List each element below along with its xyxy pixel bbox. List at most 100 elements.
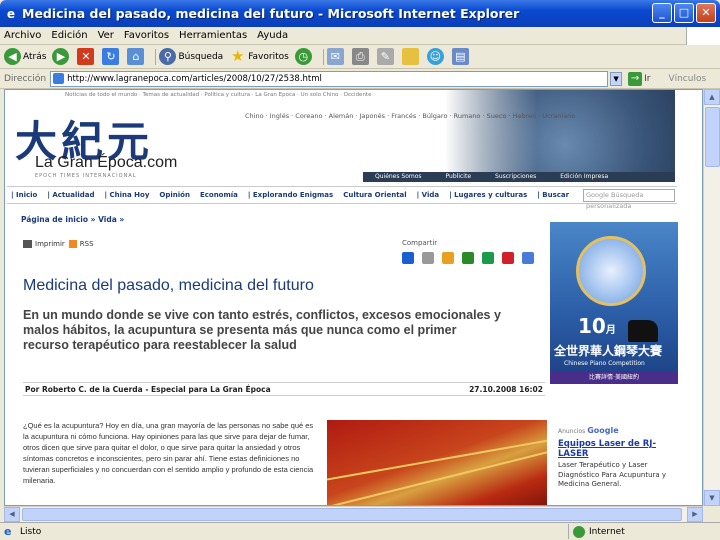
share-digg-icon[interactable] [422, 252, 434, 264]
share-delicious-icon[interactable] [402, 252, 414, 264]
menu-herramientas[interactable]: Herramientas [179, 30, 247, 41]
print-link[interactable]: Imprimir [35, 240, 65, 248]
rss-link[interactable]: RSS [80, 240, 94, 248]
close-button[interactable]: ✕ [696, 3, 716, 23]
window-controls: _ □ ✕ [652, 3, 716, 23]
nav-china-hoy[interactable]: | China Hoy [105, 191, 150, 199]
nav-opinion[interactable]: Opinión [159, 191, 190, 199]
refresh-button[interactable]: ↻ [102, 48, 121, 65]
print-button[interactable]: ⎙ [351, 48, 371, 65]
nav-buscar[interactable]: | Buscar [537, 191, 569, 199]
search-button[interactable]: ⚲ Búsqueda [159, 48, 223, 65]
internet-globe-icon [573, 525, 585, 538]
messenger-button[interactable]: ☺ [426, 48, 446, 65]
toolbar-divider [322, 48, 324, 65]
nav-explorando-enigmas[interactable]: | Explorando Enigmas [248, 191, 333, 199]
scroll-left-icon[interactable]: ◀ [4, 507, 20, 522]
favorites-button[interactable]: ★ Favoritos [229, 48, 289, 65]
edit-icon: ✎ [376, 48, 394, 65]
nav-vida[interactable]: | Vida [417, 191, 439, 199]
link-quienes-somos[interactable]: Quiénes Somos [363, 172, 434, 182]
window-title: Medicina del pasado, medicina del futuro… [22, 6, 520, 21]
site-logo-subtitle: EPOCH TIMES INTERNACIONAL [35, 173, 137, 179]
go-button[interactable]: → Ir [628, 71, 650, 86]
link-edicion-impresa[interactable]: Edición Impresa [548, 172, 620, 182]
horizontal-scroll-thumb[interactable] [22, 508, 682, 521]
research-button[interactable]: ▤ [451, 48, 471, 65]
ad-month-number: 10 [578, 314, 606, 338]
share-reddit-icon[interactable] [442, 252, 454, 264]
vertical-scroll-thumb[interactable] [705, 107, 720, 167]
home-icon: ⌂ [127, 48, 145, 65]
refresh-icon: ↻ [102, 48, 120, 65]
ad-link-title[interactable]: Equipos Laser de RJ-LASER [558, 439, 678, 459]
link-suscripciones[interactable]: Suscripciones [483, 172, 548, 182]
share-yahoo-icon[interactable] [502, 252, 514, 264]
nav-actualidad[interactable]: | Actualidad [47, 191, 94, 199]
google-ads: Anuncios Google Equipos Laser de RJ-LASE… [558, 426, 678, 490]
nav-inicio[interactable]: | Inicio [11, 191, 37, 199]
piano-competition-ad[interactable]: 10月 全世界華人鋼琴大賽 Chinese Piano Competition … [550, 222, 678, 384]
forward-button[interactable]: ▶ [52, 48, 71, 65]
language-links[interactable]: Chino · Inglés · Coreano · Alemán · Japo… [245, 112, 575, 120]
scroll-up-icon[interactable]: ▲ [704, 89, 720, 105]
nav-cultura-oriental[interactable]: Cultura Oriental [343, 191, 406, 199]
home-button[interactable]: ⌂ [127, 48, 146, 65]
header-globe-image [445, 90, 675, 182]
share-technorati-icon[interactable] [482, 252, 494, 264]
nav-lugares-culturas[interactable]: | Lugares y culturas [449, 191, 527, 199]
ad-title-chinese: 全世界華人鋼琴大賽 [554, 344, 663, 358]
nav-economia[interactable]: Economía [200, 191, 238, 199]
site-logo[interactable]: La Gran Época.com [35, 154, 177, 172]
minimize-button[interactable]: _ [652, 3, 672, 23]
horizontal-scrollbar[interactable]: ◀ ▶ [4, 506, 703, 522]
breadcrumb[interactable]: Página de inicio » Vida » [21, 215, 124, 224]
ad-title-english: Chinese Piano Competition [564, 360, 645, 367]
go-arrow-icon: → [628, 71, 643, 86]
page-viewport: Noticias de todo el mundo · Temas de act… [4, 89, 703, 506]
favorites-label: Favoritos [248, 51, 289, 62]
windows-logo-icon [686, 27, 720, 45]
rss-icon [68, 240, 77, 248]
menu-favoritos[interactable]: Favoritos [124, 30, 169, 41]
address-bar: Dirección http://www.lagranepoca.com/art… [0, 69, 720, 89]
menu-archivo[interactable]: Archivo [4, 30, 41, 41]
back-button[interactable]: ◀ Atrás [4, 48, 46, 65]
printer-icon: ⎙ [351, 48, 369, 65]
links-toolbar[interactable]: Vínculos [668, 74, 706, 84]
status-text: Listo [20, 526, 42, 537]
history-button[interactable]: ◷ [294, 48, 314, 65]
maximize-button[interactable]: □ [674, 3, 694, 23]
stop-button[interactable]: ✕ [77, 48, 96, 65]
address-dropdown-icon[interactable]: ▼ [610, 71, 623, 86]
back-label: Atrás [23, 51, 47, 62]
menu-ver[interactable]: Ver [98, 30, 114, 41]
menu-edicion[interactable]: Edición [51, 30, 87, 41]
site-search-input[interactable]: Google Búsqueda personalizada [583, 189, 675, 210]
share-google-icon[interactable] [522, 252, 534, 264]
menu-bar: Archivo Edición Ver Favoritos Herramient… [0, 27, 720, 45]
security-zone: Internet [568, 524, 625, 539]
title-bar[interactable]: e Medicina del pasado, medicina del futu… [0, 0, 720, 27]
ie-status-icon: e [4, 524, 12, 538]
article-tools: Imprimir RSS [23, 240, 94, 248]
printer-icon [23, 240, 32, 248]
piano-icon [628, 320, 658, 342]
article-byline-bar: Por Roberto C. de la Cuerda - Especial p… [23, 382, 545, 396]
star-icon: ★ [230, 47, 245, 65]
ads-label: Anuncios Google [558, 426, 678, 435]
menu-ayuda[interactable]: Ayuda [257, 30, 288, 41]
vertical-scrollbar[interactable]: ▲ ▼ [703, 89, 720, 506]
address-input[interactable]: http://www.lagranepoca.com/articles/2008… [50, 70, 609, 87]
folder-button[interactable] [401, 48, 421, 65]
ad-footer: 比賽詳情·美國紐約 [550, 372, 678, 384]
scroll-right-icon[interactable]: ▶ [687, 507, 703, 522]
folder-icon [401, 48, 419, 65]
mail-button[interactable]: ✉ [326, 48, 346, 65]
scroll-down-icon[interactable]: ▼ [704, 490, 720, 506]
edit-button[interactable]: ✎ [376, 48, 396, 65]
share-meneame-icon[interactable] [462, 252, 474, 264]
forward-arrow-icon: ▶ [52, 48, 70, 65]
link-publicite[interactable]: Publicite [434, 172, 483, 182]
address-label: Dirección [4, 73, 47, 84]
